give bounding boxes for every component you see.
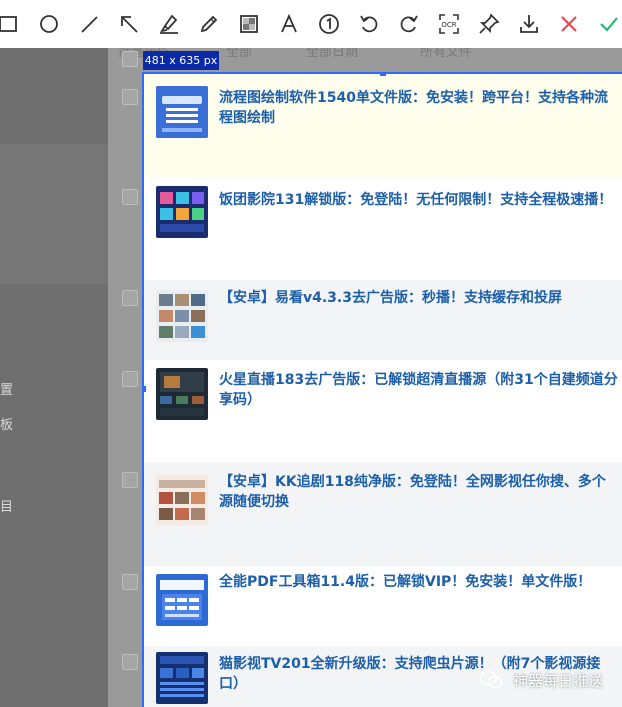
software-collection-thumb bbox=[156, 86, 208, 138]
selection-size-badge: 481 x 635 px bbox=[143, 51, 219, 70]
marker-tool[interactable] bbox=[157, 12, 181, 36]
arrow-icon bbox=[121, 16, 138, 33]
article-item[interactable]: 【安卓】易看v4.3.3去广告版：秒播！支持缓存和投屏 bbox=[144, 280, 622, 360]
background-header-label: 全部 bbox=[226, 48, 253, 60]
marker-icon bbox=[160, 14, 178, 34]
resize-handle[interactable] bbox=[380, 74, 386, 76]
download-button[interactable] bbox=[517, 12, 541, 36]
drama-app-thumb bbox=[156, 474, 208, 526]
text-icon bbox=[281, 13, 297, 33]
tv-app-thumb bbox=[156, 652, 208, 704]
close-icon bbox=[561, 16, 577, 32]
pdf-tools-thumb bbox=[156, 574, 208, 626]
article-title[interactable]: 全能PDF工具箱11.4版：已解锁VIP！免安装！单文件版！ bbox=[219, 572, 618, 592]
article-item[interactable]: 饭团影院131解锁版：免登陆！无任何限制！支持全程极速播！ bbox=[144, 178, 622, 280]
text-tool[interactable] bbox=[277, 12, 301, 36]
mosaic-tool[interactable] bbox=[237, 12, 261, 36]
rectangle-tool[interactable] bbox=[0, 12, 21, 36]
ocr-button[interactable]: OCR bbox=[437, 12, 461, 36]
background-header-label: 全部日期 bbox=[306, 48, 359, 60]
watermark-text: 神器每日推送 bbox=[513, 672, 604, 690]
row-checkbox bbox=[122, 371, 138, 387]
circle-icon bbox=[40, 15, 58, 33]
article-item[interactable]: 火星直播183去广告版：已解锁超清直播源（附31个自建频道分享码） bbox=[144, 360, 622, 462]
row-checkbox bbox=[122, 574, 138, 590]
background-sidebar-label: 目 bbox=[0, 500, 14, 515]
cancel-button[interactable] bbox=[557, 12, 581, 36]
line-icon bbox=[81, 16, 98, 33]
rectangle-icon bbox=[0, 16, 17, 32]
row-checkbox bbox=[122, 290, 138, 306]
download-icon bbox=[520, 15, 538, 33]
selection-region[interactable]: 流程图绘制软件1540单文件版：免安装！跨平台！支持各种流程图绘制 饭团影院13… bbox=[142, 72, 622, 707]
redo-button[interactable] bbox=[397, 12, 421, 36]
number-tool[interactable] bbox=[317, 12, 341, 36]
article-title[interactable]: 火星直播183去广告版：已解锁超清直播源（附31个自建频道分享码） bbox=[219, 370, 618, 410]
confirm-button[interactable] bbox=[597, 12, 621, 36]
article-item[interactable]: 流程图绘制软件1540单文件版：免安装！跨平台！支持各种流程图绘制 bbox=[144, 74, 622, 178]
pin-icon bbox=[479, 13, 500, 34]
resize-handle[interactable] bbox=[144, 386, 146, 392]
article-title[interactable]: 【安卓】KK追剧118纯净版：免登陆！全网影视任你搜、多个源随便切换 bbox=[219, 472, 618, 512]
article-title[interactable]: 流程图绘制软件1540单文件版：免安装！跨平台！支持各种流程图绘制 bbox=[219, 88, 618, 128]
article-item[interactable]: 全能PDF工具箱11.4版：已解锁VIP！免安装！单文件版！ bbox=[144, 566, 622, 646]
check-icon bbox=[600, 17, 618, 32]
pin-button[interactable] bbox=[477, 12, 501, 36]
article-item[interactable]: 【安卓】KK追剧118纯净版：免登陆！全网影视任你搜、多个源随便切换 bbox=[144, 462, 622, 566]
svg-text:OCR: OCR bbox=[441, 21, 456, 29]
ocr-icon: OCR bbox=[439, 14, 459, 34]
wechat-icon bbox=[479, 670, 503, 689]
background-header-label: 所有文件 bbox=[420, 48, 473, 60]
undo-icon bbox=[360, 15, 378, 33]
tv-live-thumb bbox=[156, 368, 208, 420]
row-checkbox bbox=[122, 189, 138, 205]
pencil-icon bbox=[200, 15, 218, 33]
background-sidebar-label: 置 bbox=[0, 383, 14, 398]
article-title[interactable]: 饭团影院131解锁版：免登陆！无任何限制！支持全程极速播！ bbox=[219, 190, 618, 210]
article-title[interactable]: 【安卓】易看v4.3.3去广告版：秒播！支持缓存和投屏 bbox=[219, 288, 618, 308]
arrow-tool[interactable] bbox=[117, 12, 141, 36]
screenshot-toolbar: OCR bbox=[0, 0, 622, 48]
line-tool[interactable] bbox=[77, 12, 101, 36]
video-grid-thumb bbox=[156, 290, 208, 342]
mosaic-icon bbox=[240, 15, 258, 33]
background-sidebar-label: 板 bbox=[0, 418, 14, 433]
background-sidebar: 置 板 目 bbox=[0, 48, 108, 707]
pencil-tool[interactable] bbox=[197, 12, 221, 36]
row-checkbox bbox=[122, 654, 138, 670]
watermark: 神器每日推送 bbox=[479, 668, 619, 692]
row-checkbox bbox=[122, 89, 138, 105]
row-checkbox bbox=[122, 472, 138, 488]
ellipse-tool[interactable] bbox=[37, 12, 61, 36]
row-checkbox bbox=[122, 51, 138, 67]
undo-button[interactable] bbox=[357, 12, 381, 36]
redo-icon bbox=[400, 15, 418, 33]
number-icon bbox=[319, 14, 339, 34]
video-app-thumb bbox=[156, 186, 208, 238]
